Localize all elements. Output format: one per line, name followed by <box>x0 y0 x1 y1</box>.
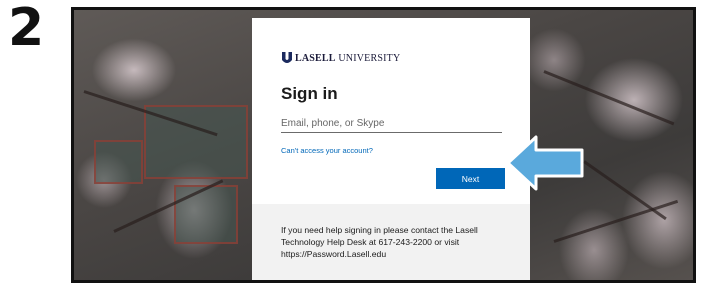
background-branch <box>583 160 667 221</box>
signin-card: LASELL UNIVERSITY Sign in Can't access y… <box>252 18 530 204</box>
cant-access-account-link[interactable]: Can't access your account? <box>281 146 373 155</box>
background-window <box>174 185 238 244</box>
screenshot-frame: LASELL UNIVERSITY Sign in Can't access y… <box>71 7 696 283</box>
brand-name: LASELL UNIVERSITY <box>295 53 400 64</box>
left-pointing-arrow-icon <box>506 135 584 191</box>
step-number: 2 <box>8 0 44 58</box>
page-title: Sign in <box>281 84 338 103</box>
background-branch <box>553 199 679 243</box>
email-field[interactable] <box>281 114 502 133</box>
lasell-u-logo-icon <box>282 52 292 63</box>
brand-name-strong: LASELL <box>295 52 336 64</box>
brand-logo: LASELL UNIVERSITY <box>282 52 400 64</box>
next-button[interactable]: Next <box>436 168 505 189</box>
help-panel: If you need help signing in please conta… <box>252 204 530 280</box>
background-branch <box>543 70 675 126</box>
brand-name-light: UNIVERSITY <box>335 52 401 64</box>
help-message: If you need help signing in please conta… <box>281 225 478 259</box>
background-window <box>94 140 143 184</box>
